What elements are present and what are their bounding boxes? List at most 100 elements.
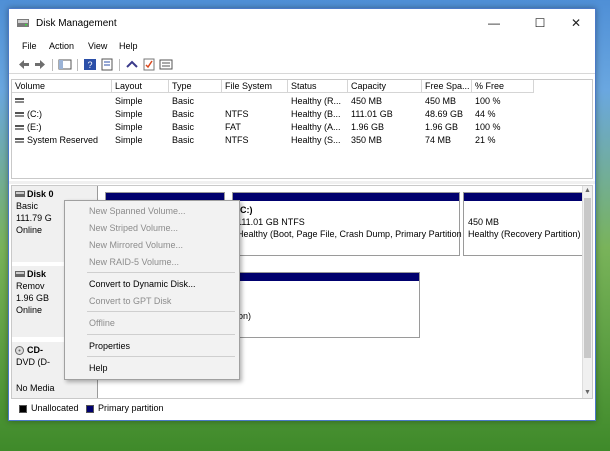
check-icon[interactable] (142, 58, 156, 71)
menu-separator (87, 272, 235, 273)
cell-capacity: 1.96 GB (351, 122, 385, 132)
menu-item-new-raid5-volume[interactable]: New RAID-5 Volume... (89, 257, 179, 267)
console-tree-icon[interactable] (58, 58, 72, 71)
window-title: Disk Management (36, 18, 117, 29)
volume-icon (15, 125, 24, 130)
disk-name: CD- (27, 345, 43, 355)
cell-layout: Simple (115, 135, 143, 145)
disk-type: Basic (16, 201, 39, 211)
cell-file-system: FAT (225, 122, 241, 132)
volume-icon (15, 138, 24, 143)
scroll-down-icon[interactable]: ▼ (583, 388, 592, 398)
scroll-thumb[interactable] (584, 198, 591, 358)
help-icon[interactable]: ? (83, 58, 97, 71)
volume-list-pane: Volume Layout Type File System Status Ca… (11, 79, 593, 179)
table-row[interactable]: System Reserved Simple Basic NTFS Health… (12, 134, 592, 147)
menu-help[interactable]: Help (119, 41, 138, 51)
partition-header (464, 193, 582, 201)
column-header-free-space[interactable]: Free Spa... (422, 80, 472, 93)
disk-name: Disk (27, 269, 47, 279)
cell-layout: Simple (115, 122, 143, 132)
column-header-file-system[interactable]: File System (222, 80, 288, 93)
menu-item-convert-to-gpt-disk[interactable]: Convert to GPT Disk (89, 296, 171, 306)
disk-status: Online (16, 225, 43, 235)
partition-recovery[interactable]: 450 MB Healthy (Recovery Partition) (463, 192, 583, 256)
back-icon[interactable] (17, 58, 31, 71)
partition-c-drive[interactable]: (C:) 111.01 GB NTFS Healthy (Boot, Page … (232, 192, 462, 256)
disk-size: 1.96 GB (16, 293, 50, 303)
cell-percent-free: 100 % (475, 122, 501, 132)
cell-status: Healthy (S... (291, 135, 341, 145)
context-menu: New Spanned Volume... New Striped Volume… (64, 200, 240, 380)
disk-management-icon (17, 19, 29, 27)
column-header-type[interactable]: Type (169, 80, 222, 93)
svg-text:?: ? (87, 60, 92, 70)
cell-free-space: 1.96 GB (425, 122, 459, 132)
disk-name: Disk 0 (27, 189, 54, 199)
partition-size: 450 MB (468, 217, 500, 227)
cell-status: Healthy (A... (291, 122, 341, 132)
cell-type: Basic (172, 109, 195, 119)
settings-icon[interactable] (159, 58, 173, 71)
menu-file[interactable]: File (22, 41, 37, 51)
column-header-status[interactable]: Status (288, 80, 348, 93)
cell-layout: Simple (115, 109, 143, 119)
toolbar-separator (77, 59, 78, 71)
menu-action[interactable]: Action (49, 41, 74, 51)
partition-status: Healthy (Boot, Page File, Crash Dump, Pr… (237, 229, 462, 239)
volume-icon (15, 98, 24, 103)
column-header-percent-free[interactable]: % Free (472, 80, 534, 93)
properties-icon[interactable] (100, 58, 114, 71)
cell-volume: System Reserved (27, 135, 99, 145)
column-header-capacity[interactable]: Capacity (348, 80, 422, 93)
disk-status: No Media (16, 383, 55, 393)
cell-percent-free: 21 % (475, 135, 496, 145)
table-row[interactable]: (E:) Simple Basic FAT Healthy (A... 1.96… (12, 121, 592, 134)
forward-icon[interactable] (33, 58, 47, 71)
menu-item-new-mirrored-volume[interactable]: New Mirrored Volume... (89, 240, 183, 250)
disk-size: 111.79 G (16, 213, 52, 223)
cell-capacity: 450 MB (351, 96, 383, 106)
scroll-up-icon[interactable]: ▲ (583, 186, 592, 196)
menu-view[interactable]: View (88, 41, 107, 51)
cell-type: Basic (172, 122, 195, 132)
disk-status: Online (16, 305, 43, 315)
column-header-volume[interactable]: Volume (12, 80, 112, 93)
menu-item-help[interactable]: Help (89, 363, 108, 373)
menu-item-new-spanned-volume[interactable]: New Spanned Volume... (89, 206, 186, 216)
table-row[interactable]: (C:) Simple Basic NTFS Healthy (B... 111… (12, 108, 592, 121)
connect-icon[interactable] (125, 58, 139, 71)
disk-icon (15, 191, 25, 197)
menu-item-new-striped-volume[interactable]: New Striped Volume... (89, 223, 178, 233)
cell-free-space: 74 MB (425, 135, 452, 145)
menu-separator (87, 334, 235, 335)
cell-capacity: 350 MB (351, 135, 383, 145)
column-header-layout[interactable]: Layout (112, 80, 169, 93)
volume-icon (15, 112, 24, 117)
menu-separator (87, 311, 235, 312)
cell-file-system: NTFS (225, 135, 249, 145)
vertical-scrollbar[interactable]: ▲ ▼ (582, 186, 592, 398)
partition-status: Healthy (Recovery Partition) (468, 229, 581, 239)
legend-swatch-unallocated (19, 405, 27, 413)
cell-type: Basic (172, 135, 195, 145)
minimize-button[interactable]: — (475, 9, 513, 37)
legend-unallocated: Unallocated (31, 403, 79, 413)
maximize-button[interactable]: ☐ (521, 9, 559, 37)
menu-item-offline[interactable]: Offline (89, 318, 115, 328)
cell-type: Basic (172, 96, 195, 106)
disk-type: DVD (D- (16, 357, 50, 367)
toolbar-separator (119, 59, 120, 71)
close-button[interactable]: ✕ (557, 9, 595, 37)
pane-splitter[interactable] (9, 181, 595, 184)
cell-volume: (C:) (27, 109, 42, 119)
cell-free-space: 48.69 GB (425, 109, 464, 119)
toolbar-separator (52, 59, 53, 71)
cell-capacity: 111.01 GB (351, 109, 393, 119)
menu-bar: File Action View Help (9, 39, 595, 55)
menu-item-properties[interactable]: Properties (89, 341, 130, 351)
title-bar[interactable]: Disk Management — ☐ ✕ (9, 9, 595, 37)
menu-item-convert-to-dynamic-disk[interactable]: Convert to Dynamic Disk... (89, 279, 196, 289)
table-row[interactable]: Simple Basic Healthy (R... 450 MB 450 MB… (12, 95, 592, 108)
menu-separator (87, 356, 235, 357)
